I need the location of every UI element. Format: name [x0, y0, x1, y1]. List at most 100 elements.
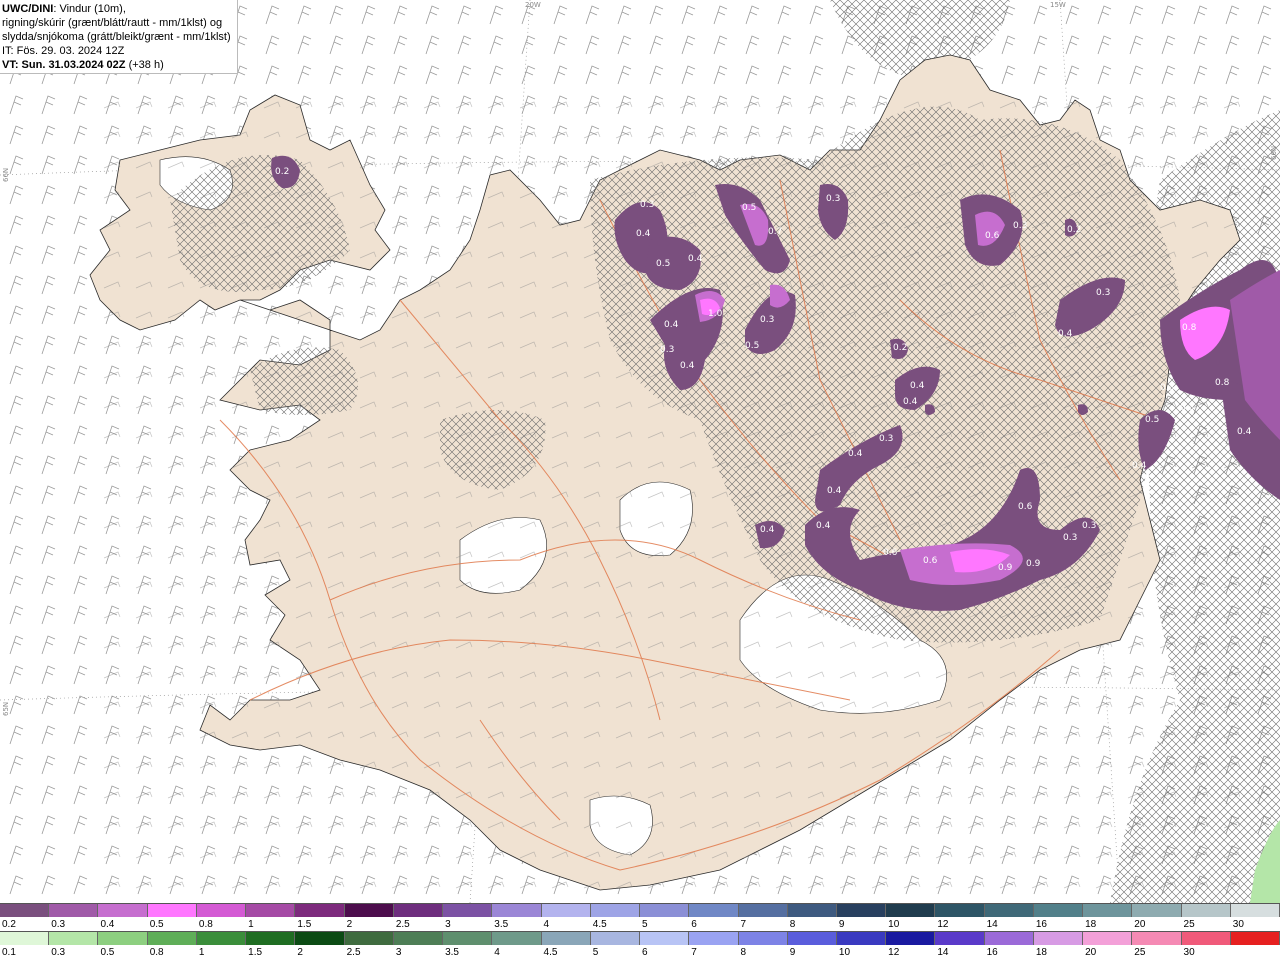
legend-tick-label: 25 — [1134, 947, 1146, 958]
legend-color-swatch — [787, 932, 837, 945]
legend-tick-label: 3 — [395, 947, 402, 958]
legend-color-swatch — [98, 932, 148, 945]
legend-rain-colorbar — [0, 931, 1280, 945]
legend-color-swatch — [1033, 932, 1084, 945]
legend-color-swatch — [295, 904, 345, 917]
forecast-hour: (+38 h) — [125, 59, 164, 71]
map-value-label: 0.3 — [1082, 521, 1096, 531]
map-value-label: 0.5 — [745, 341, 759, 351]
legend-color-swatch — [836, 904, 887, 917]
legend-tick-label: 2 — [297, 947, 303, 958]
legend-color-swatch — [492, 932, 542, 945]
map-value-label: 0.3 — [1160, 383, 1174, 393]
legend-color-swatch — [196, 904, 247, 917]
legend-color-swatch — [886, 932, 936, 945]
description-line-3: slydda/snjókoma (grátt/bleikt/grænt - mm… — [2, 31, 231, 43]
legend-color-swatch — [49, 932, 99, 945]
legend-color-swatch — [1083, 932, 1133, 945]
legend-color-swatch — [393, 932, 444, 945]
legend-snow-labels: 0.2 0.3 0.4 0.5 0.8 1 1.5 2 2.5 3 3.5 4 4.5 5 6 7 8 9 10 12… — [0, 919, 1280, 931]
legend-tick-label: 16 — [986, 947, 998, 958]
legend-tick-label: 10 — [888, 919, 900, 930]
legend-tick-label: 30 — [1183, 947, 1195, 958]
legend-tick-label: 0.3 — [51, 947, 66, 958]
map-value-label: 0.4 — [688, 254, 703, 264]
legend-tick-label: 20 — [1134, 919, 1146, 930]
legend-tick-label: 20 — [1085, 947, 1097, 958]
legend-tick-label: 9 — [838, 919, 845, 930]
map-value-label: 0.4 — [903, 397, 918, 407]
legend-tick-label: 2.5 — [395, 919, 410, 930]
legend-color-swatch — [935, 932, 985, 945]
legend-tick-label: 0.1 — [2, 947, 16, 958]
legend-color-swatch — [492, 904, 542, 917]
legend-tick-label: 7 — [740, 919, 747, 930]
map-value-label: 0.8 — [1182, 323, 1197, 333]
valid-time: VT: Sun. 31.03.2024 02Z — [2, 59, 126, 71]
legend-rain-labels: 0.1 0.3 0.5 0.8 1 1.5 2 2.5 3 3.5 4 4.5 5 6 7 8 9 10 12 14 1… — [0, 947, 1280, 959]
legend-color-swatch — [0, 904, 50, 917]
legend-tick-label: 4 — [543, 919, 550, 930]
legend-tick-label: 12 — [937, 919, 949, 930]
legend-tick-label: 18 — [1035, 947, 1047, 958]
legend-tick-label: 30 — [1232, 919, 1244, 930]
map-value-label: 0.4 — [910, 381, 925, 391]
map-value-label: 0.4 — [1058, 329, 1073, 339]
legend-color-swatch — [541, 904, 591, 917]
map-value-label: 0.8 — [1215, 378, 1230, 388]
legend-color-swatch — [344, 904, 394, 917]
legend-color-swatch — [836, 932, 887, 945]
legend-tick-label: 8 — [789, 919, 796, 930]
legend-tick-label: 3 — [445, 919, 451, 930]
legend-color-swatch — [1181, 932, 1231, 945]
legend-tick-label: 0.2 — [2, 919, 16, 930]
lat-label-66n-right: 66N — [1270, 145, 1278, 160]
legend-snow-colorbar — [0, 903, 1280, 917]
legend-color-swatch — [147, 904, 197, 917]
map-value-label: 0.2 — [893, 343, 907, 353]
legend-tick-label: 1 — [248, 919, 254, 930]
legend-tick-label: 0.5 — [100, 947, 115, 958]
legend-tick-label: 3.5 — [445, 947, 459, 958]
legend-tick-label: 0.8 — [149, 947, 164, 958]
legend-tick-label: 25 — [1183, 919, 1195, 930]
legend-color-swatch — [1230, 932, 1280, 945]
description-line-1: : Vindur (10m), — [53, 3, 126, 15]
legend-tick-label: 9 — [789, 947, 796, 958]
map-value-label: 0.4 — [636, 229, 651, 239]
legend-color-swatch — [640, 932, 690, 945]
legend-color-swatch — [886, 904, 936, 917]
map-value-label: 0.3 — [760, 315, 774, 325]
legend-tick-label: 5 — [592, 947, 599, 958]
legend-tick-label: 1.5 — [297, 919, 312, 930]
legend-tick-label: 0.8 — [198, 919, 213, 930]
map-value-label: 0.4 — [1132, 461, 1147, 471]
map-value-label: 0.4 — [760, 525, 775, 535]
legend-color-swatch — [295, 932, 345, 945]
legend-tick-label: 16 — [1035, 919, 1047, 930]
initial-time: IT: Fös. 29. 03. 2024 12Z — [2, 45, 125, 57]
map-value-label: 0.4 — [1237, 427, 1252, 437]
legend-color-swatch — [49, 904, 99, 917]
map-value-label: 0.3 — [1013, 221, 1027, 231]
legend-color-swatch — [147, 932, 197, 945]
map-value-label: 0.3 — [1063, 533, 1077, 543]
legend-tick-label: 6 — [642, 947, 648, 958]
legend-color-swatch — [1132, 932, 1182, 945]
legend-tick-label: 1.5 — [248, 947, 263, 958]
map-value-label: 0.6 — [1018, 502, 1033, 512]
legend-color-swatch — [1083, 904, 1133, 917]
legend-color-swatch — [590, 904, 641, 917]
legend-color-swatch — [1132, 904, 1182, 917]
map-value-label: 0.4 — [664, 320, 679, 330]
map-value-label: 0.4 — [816, 521, 831, 531]
map-value-label: 0.3 — [640, 200, 654, 210]
legend-color-swatch — [689, 904, 739, 917]
legend-tick-label: 0.5 — [149, 919, 164, 930]
legend-color-swatch — [0, 932, 50, 945]
map-value-label: 0.3 — [660, 345, 674, 355]
legend-tick-label: 0.4 — [100, 919, 115, 930]
legend-tick-label: 1 — [198, 947, 205, 958]
legend-tick-label: 4.5 — [592, 919, 607, 930]
legend-color-swatch — [689, 932, 739, 945]
